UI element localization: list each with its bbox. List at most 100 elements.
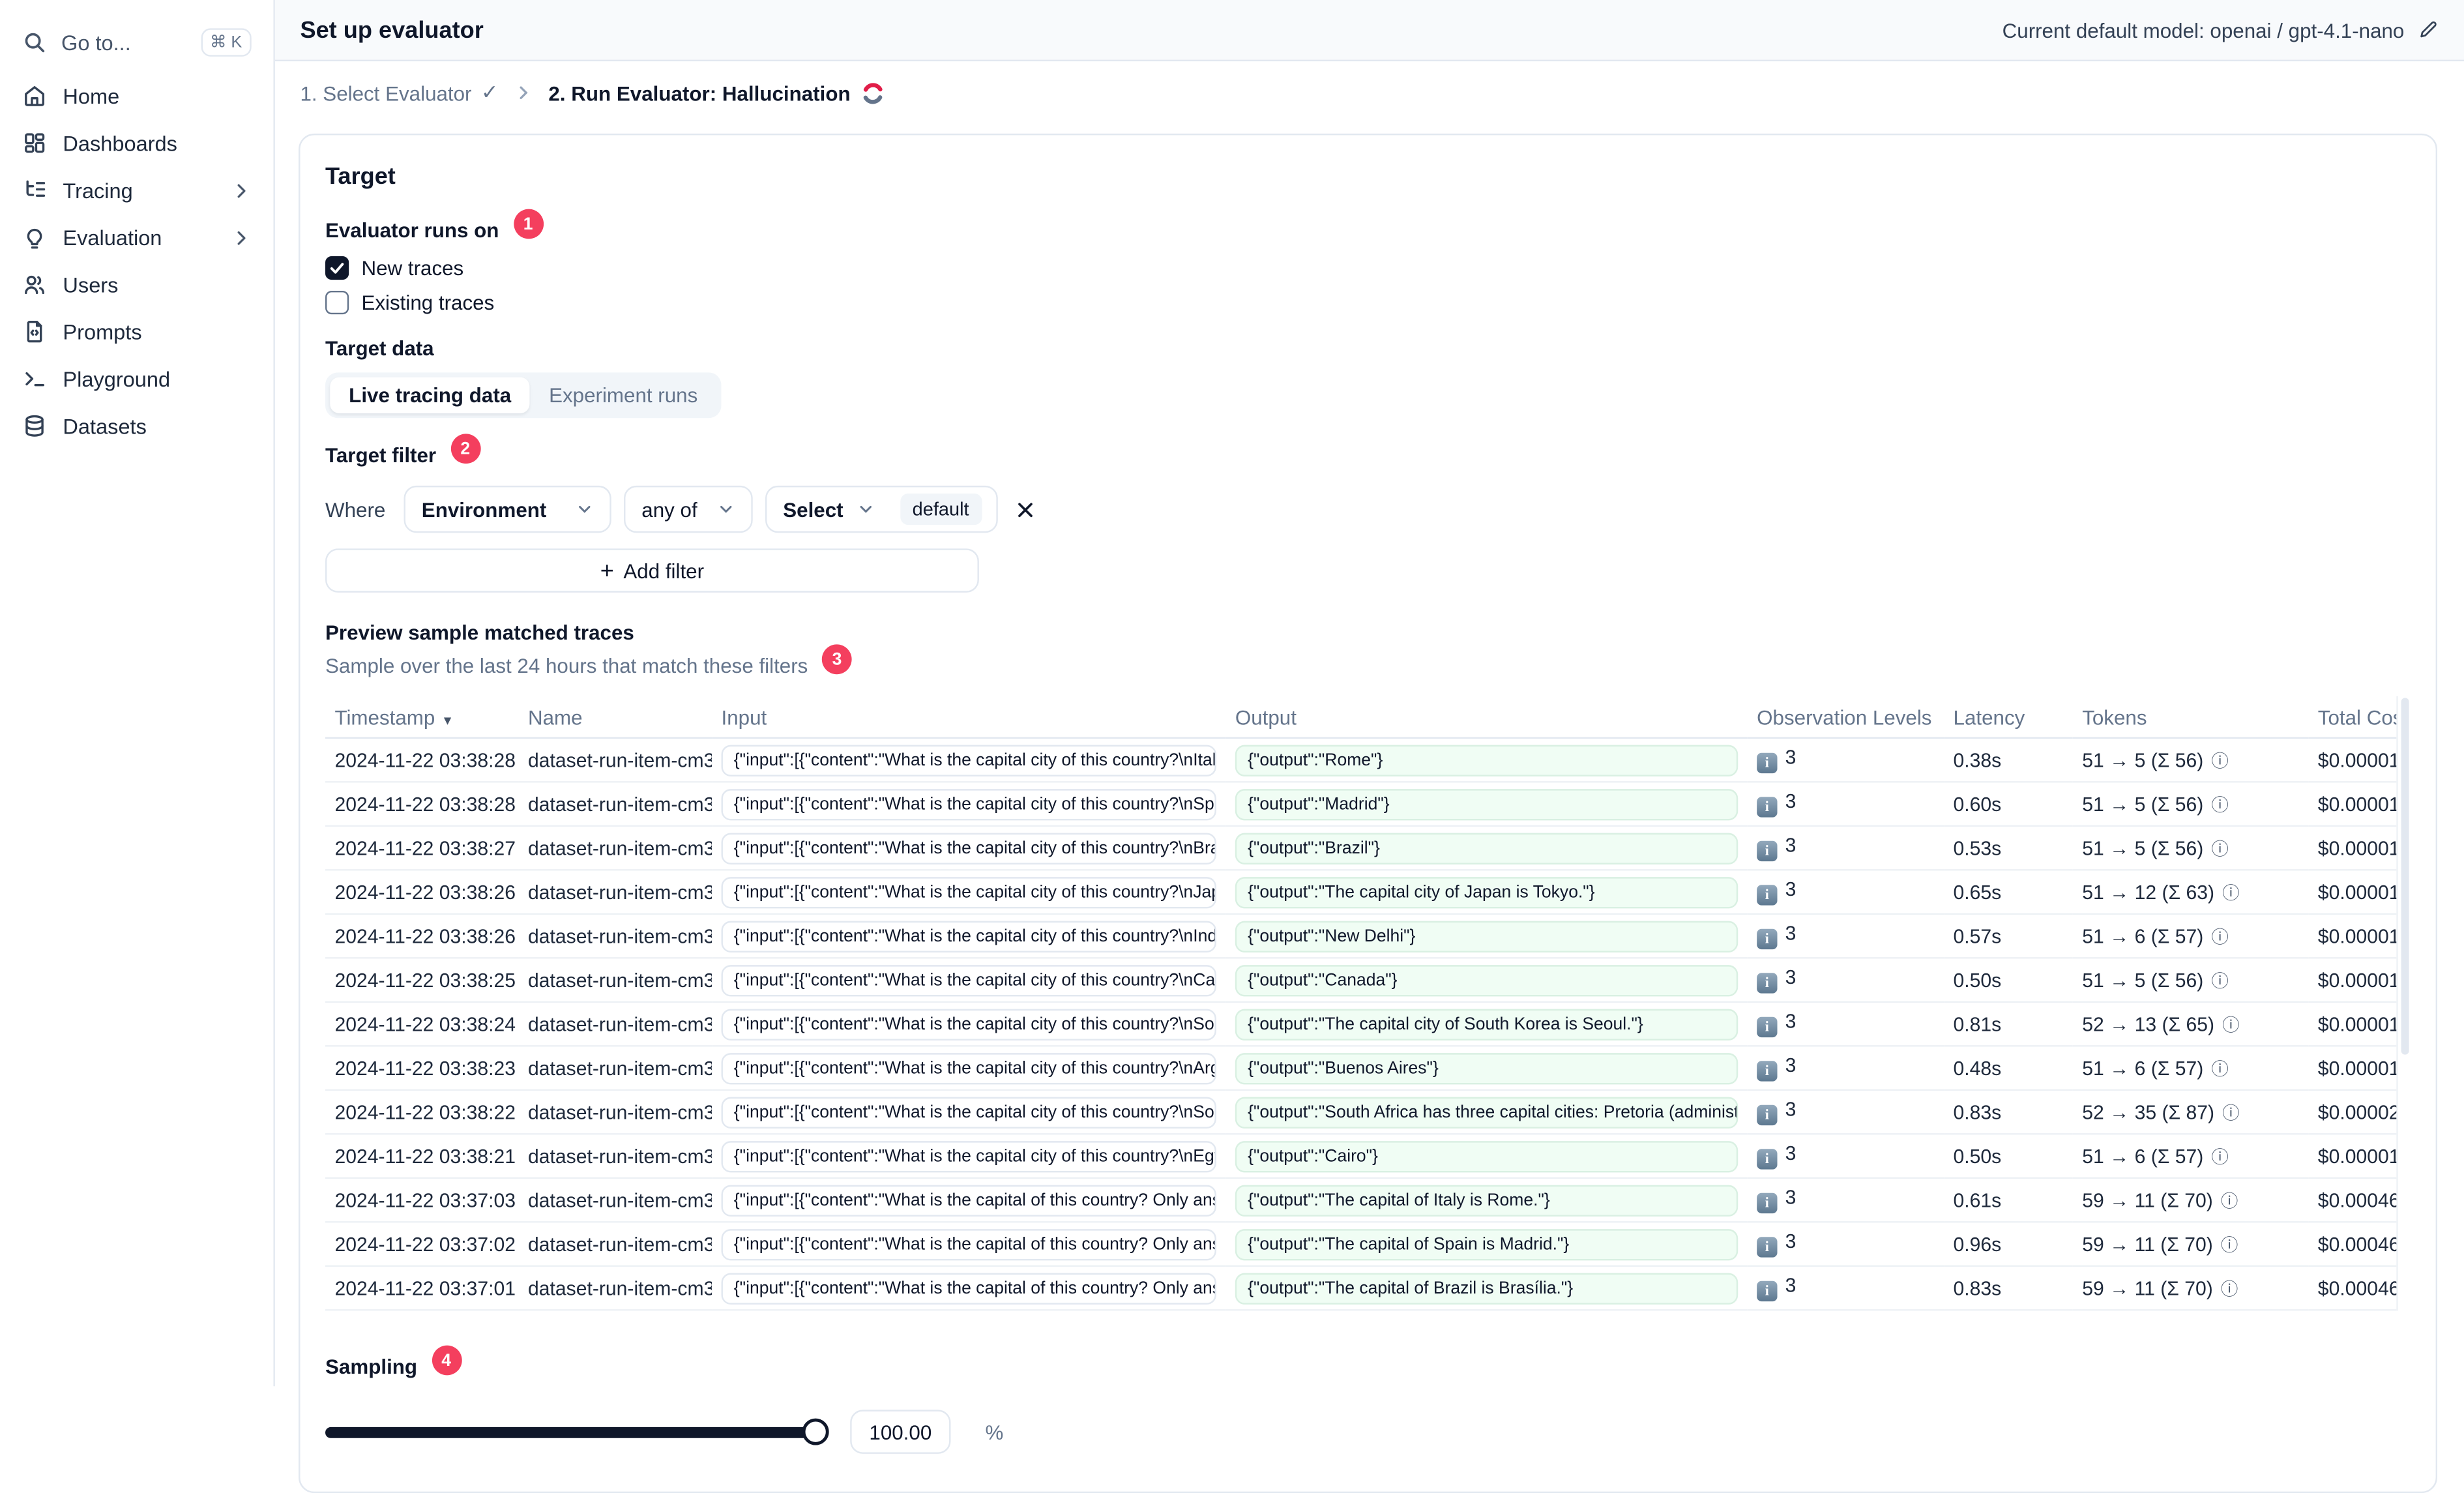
- table-row[interactable]: 2024-11-22 03:38:25dataset-run-item-cm3s…: [325, 958, 2411, 1003]
- total-cost-cell: $0.000011 (: [2308, 913, 2411, 959]
- input-cell: {"input":[{"content":"What is the capita…: [712, 1177, 1226, 1223]
- name-cell: dataset-run-item-cm3s4: [518, 1001, 712, 1047]
- observation-level-icon: i: [1757, 840, 1778, 861]
- name-cell: dataset-run-item-cm3s4: [518, 1089, 712, 1135]
- filter-value-select[interactable]: Select default: [765, 485, 999, 533]
- input-cell: {"input":[{"content":"What is the capita…: [712, 1134, 1226, 1179]
- sidebar-item-dashboards[interactable]: Dashboards: [0, 119, 273, 166]
- name-cell: dataset-run-item-cm3s4: [518, 782, 712, 827]
- table-row[interactable]: 2024-11-22 03:38:28dataset-run-item-cm3s…: [325, 782, 2411, 827]
- observation-level-icon: i: [1757, 1016, 1778, 1037]
- output-cell-chip: {"output":"Buenos Aires"}: [1235, 1052, 1738, 1084]
- slider-knob[interactable]: [802, 1418, 829, 1445]
- observation-levels-cell: i3: [1747, 825, 1944, 871]
- sidebar-item-users[interactable]: Users: [0, 261, 273, 308]
- info-icon: ⓘ: [2220, 1280, 2238, 1299]
- table-row[interactable]: 2024-11-22 03:38:22dataset-run-item-cm3s…: [325, 1089, 2411, 1135]
- tracing-icon: [22, 177, 48, 203]
- sidebar-item-datasets[interactable]: Datasets: [0, 402, 273, 449]
- info-icon: ⓘ: [2211, 972, 2229, 991]
- info-icon: ⓘ: [2211, 840, 2229, 859]
- total-cost-cell: $0.000011 (: [2308, 737, 2411, 783]
- output-cell-chip: {"output":"The capital city of South Kor…: [1235, 1008, 1738, 1040]
- name-cell: dataset-run-item-cm3s4: [518, 1134, 712, 1179]
- total-cost-cell: $0.000016: [2308, 1001, 2411, 1047]
- filter-operator-select[interactable]: any of: [624, 485, 754, 533]
- table-row[interactable]: 2024-11-22 03:37:02dataset-run-item-cm3s…: [325, 1222, 2411, 1267]
- table-row[interactable]: 2024-11-22 03:38:28dataset-run-item-cm3s…: [325, 737, 2411, 783]
- observation-level-icon: i: [1757, 972, 1778, 993]
- output-cell-chip: {"output":"Rome"}: [1235, 744, 1738, 776]
- input-cell-chip: {"input":[{"content":"What is the capita…: [721, 1184, 1216, 1216]
- target-heading: Target: [325, 163, 396, 190]
- name-cell: dataset-run-item-cm3s4: [518, 737, 712, 783]
- input-cell-chip: {"input":[{"content":"What is the capita…: [721, 1228, 1216, 1260]
- scrollbar-thumb[interactable]: [2400, 698, 2409, 1055]
- table-row[interactable]: 2024-11-22 03:38:27dataset-run-item-cm3s…: [325, 825, 2411, 871]
- observation-levels-cell: i3: [1747, 958, 1944, 1003]
- app-window: Go to... ⌘ K Home Dashboards Tracing Evalua…: [0, 0, 2464, 1493]
- table-row[interactable]: 2024-11-22 03:38:23dataset-run-item-cm3s…: [325, 1046, 2411, 1091]
- sidebar-nav-list: Home Dashboards Tracing Evaluation Users Prom…: [0, 72, 273, 450]
- filter-column-select[interactable]: Environment: [404, 485, 612, 533]
- sidebar-item-playground[interactable]: Playground: [0, 355, 273, 402]
- edit-pencil-icon[interactable]: [2417, 19, 2439, 41]
- prompts-icon: [22, 319, 48, 344]
- sidebar-item-evaluation[interactable]: Evaluation: [0, 214, 273, 261]
- table-row[interactable]: 2024-11-22 03:37:03dataset-run-item-cm3s…: [325, 1177, 2411, 1223]
- observation-level-icon: i: [1757, 1236, 1778, 1257]
- table-row[interactable]: 2024-11-22 03:38:26dataset-run-item-cm3s…: [325, 870, 2411, 915]
- observation-level-icon: i: [1757, 928, 1778, 949]
- observation-levels-cell: i3: [1747, 1089, 1944, 1135]
- info-icon: ⓘ: [2211, 796, 2229, 815]
- checkbox-new-traces[interactable]: New traces: [325, 256, 2411, 280]
- sidebar-item-prompts[interactable]: Prompts: [0, 308, 273, 355]
- observation-level-icon: i: [1757, 1060, 1778, 1081]
- table-row[interactable]: 2024-11-22 03:37:01dataset-run-item-cm3s…: [325, 1265, 2411, 1311]
- output-cell-chip: {"output":"Madrid"}: [1235, 788, 1738, 820]
- goto-search[interactable]: Go to... ⌘ K: [0, 19, 273, 66]
- info-icon: ⓘ: [2211, 1148, 2229, 1167]
- table-row[interactable]: 2024-11-22 03:38:24dataset-run-item-cm3s…: [325, 1001, 2411, 1047]
- input-cell-chip: {"input":[{"content":"What is the capita…: [721, 1140, 1216, 1172]
- home-icon: [22, 83, 48, 109]
- table-row[interactable]: 2024-11-22 03:38:21dataset-run-item-cm3s…: [325, 1134, 2411, 1179]
- breadcrumb-step-2: 2. Run Evaluator: Hallucination: [548, 81, 885, 104]
- output-cell: {"output":"The capital of Brazil is Bras…: [1225, 1265, 1748, 1311]
- users-icon: [22, 272, 48, 297]
- tokens-cell: 59 → 11 (Σ 70) ⓘ: [2072, 1222, 2309, 1267]
- input-cell: {"input":[{"content":"What is the capita…: [712, 1265, 1226, 1311]
- tab-live-tracing-data[interactable]: Live tracing data: [330, 377, 531, 414]
- checkbox-label: Existing traces: [361, 290, 495, 315]
- remove-filter-button[interactable]: [1014, 497, 1038, 521]
- observation-levels-cell: i3: [1747, 737, 1944, 783]
- latency-cell: 0.50s: [1944, 958, 2073, 1003]
- plus-icon: +: [600, 557, 614, 584]
- table-row[interactable]: 2024-11-22 03:38:26dataset-run-item-cm3s…: [325, 913, 2411, 959]
- add-filter-button[interactable]: + Add filter: [325, 548, 979, 593]
- preview-subheading: Sample over the last 24 hours that match…: [325, 644, 2411, 681]
- output-cell: {"output":"The capital city of South Kor…: [1225, 1001, 1748, 1047]
- playground-icon: [22, 366, 48, 392]
- tab-experiment-runs[interactable]: Experiment runs: [530, 377, 716, 413]
- sidebar-item-home[interactable]: Home: [0, 72, 273, 119]
- tokens-cell: 59 → 11 (Σ 70) ⓘ: [2072, 1265, 2309, 1311]
- checkbox-existing-traces[interactable]: Existing traces: [325, 290, 2411, 315]
- target-filter-label: Target filter 2: [325, 434, 2411, 470]
- total-cost-cell: $0.000011 (: [2308, 958, 2411, 1003]
- breadcrumb-step-1[interactable]: 1. Select Evaluator ✓: [300, 80, 498, 106]
- sidebar-item-tracing[interactable]: Tracing: [0, 167, 273, 214]
- output-cell: {"output":"Rome"}: [1225, 737, 1748, 783]
- sampling-value-input[interactable]: [850, 1410, 951, 1454]
- preview-heading: Preview sample matched traces: [325, 621, 634, 645]
- total-cost-cell: $0.00046 (: [2308, 1222, 2411, 1267]
- sampling-slider[interactable]: [325, 1418, 829, 1445]
- input-cell: {"input":[{"content":"What is the capita…: [712, 737, 1226, 783]
- table-scrollbar[interactable]: [2396, 696, 2411, 1311]
- observation-levels-cell: i3: [1747, 1001, 1944, 1047]
- output-cell-chip: {"output":"South Africa has three capita…: [1235, 1096, 1738, 1128]
- input-cell: {"input":[{"content":"What is the capita…: [712, 782, 1226, 827]
- total-cost-cell: $0.000011 (: [2308, 782, 2411, 827]
- output-cell-chip: {"output":"Canada"}: [1235, 964, 1738, 996]
- col-header-timestamp[interactable]: Timestamp ▼: [325, 696, 519, 739]
